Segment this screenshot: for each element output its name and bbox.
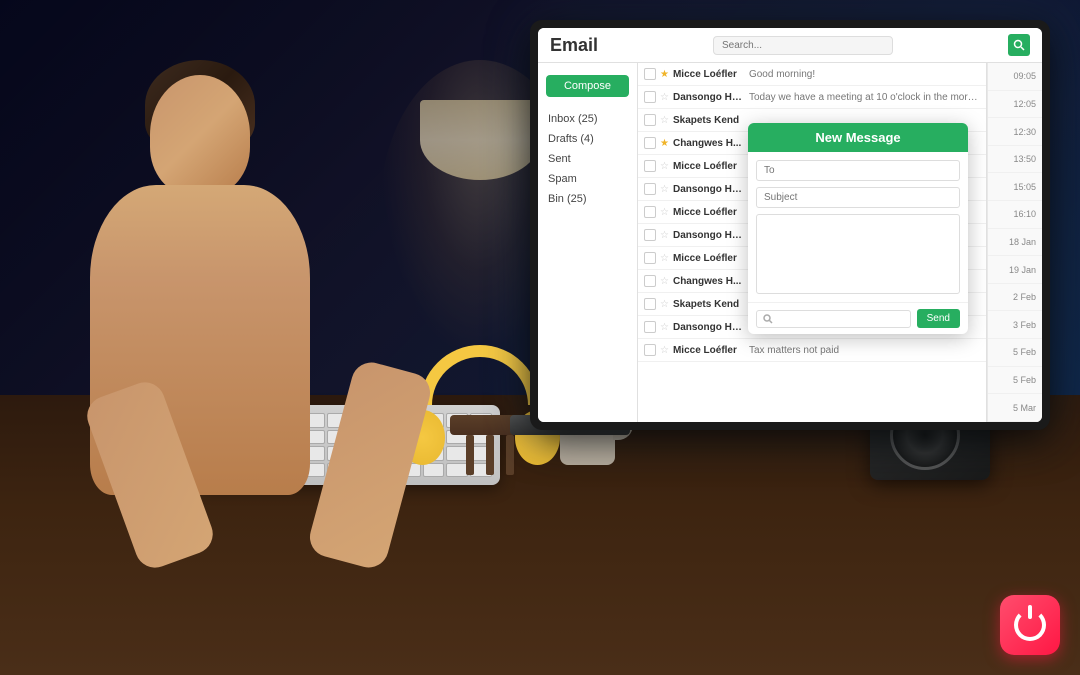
- email-row[interactable]: ★ Micce Loéfler Good morning!: [638, 63, 986, 86]
- timestamp: 5 Feb: [988, 339, 1042, 367]
- headphone-band: [420, 345, 540, 405]
- timestamp: 12:05: [988, 91, 1042, 119]
- email-checkbox[interactable]: [644, 344, 656, 356]
- email-preview: Good morning!: [749, 69, 980, 80]
- email-sender: Skapets Kend: [673, 299, 745, 310]
- email-checkbox[interactable]: [644, 183, 656, 195]
- email-sender: Micce Loéfler: [673, 345, 745, 356]
- email-checkbox[interactable]: [644, 114, 656, 126]
- to-field[interactable]: [756, 160, 960, 181]
- email-sender: Changwes H...: [673, 138, 745, 149]
- modal-footer: Send: [748, 302, 968, 334]
- email-preview: Tax matters not paid: [749, 345, 980, 356]
- new-message-modal: New Message: [748, 123, 968, 334]
- person-head: [150, 75, 250, 195]
- compose-button[interactable]: Compose: [546, 75, 629, 97]
- star-icon[interactable]: ☆: [660, 161, 669, 172]
- timestamp: 5 Mar: [988, 394, 1042, 422]
- sidebar-item-bin[interactable]: Bin (25): [538, 189, 637, 209]
- star-icon[interactable]: ☆: [660, 184, 669, 195]
- stool-leg: [486, 435, 494, 475]
- email-sender: Skapets Kend: [673, 115, 745, 126]
- sidebar-item-drafts[interactable]: Drafts (4): [538, 129, 637, 149]
- person-body: [90, 185, 310, 495]
- email-checkbox[interactable]: [644, 137, 656, 149]
- star-icon[interactable]: ☆: [660, 322, 669, 333]
- star-icon[interactable]: ☆: [660, 207, 669, 218]
- sidebar-item-spam[interactable]: Spam: [538, 169, 637, 189]
- monitor: Email Compose Inbox (25) Drafts (4): [530, 20, 1050, 430]
- star-icon[interactable]: ☆: [660, 276, 669, 287]
- email-sender: Changwes H...: [673, 276, 745, 287]
- email-sender: Dansongo Ha...: [673, 230, 745, 241]
- timestamp: 19 Jan: [988, 256, 1042, 284]
- email-checkbox[interactable]: [644, 91, 656, 103]
- star-icon[interactable]: ☆: [660, 115, 669, 126]
- star-icon[interactable]: ☆: [660, 230, 669, 241]
- email-checkbox[interactable]: [644, 206, 656, 218]
- email-sender: Micce Loéfler: [673, 207, 745, 218]
- monitor-screen: Email Compose Inbox (25) Drafts (4): [538, 28, 1042, 422]
- message-body-field[interactable]: [756, 214, 960, 294]
- power-badge[interactable]: [1000, 595, 1060, 655]
- email-app-title: Email: [550, 35, 598, 56]
- email-row[interactable]: ☆ Micce Loéfler Tax matters not paid: [638, 339, 986, 362]
- email-sender: Micce Loéfler: [673, 161, 745, 172]
- star-icon[interactable]: ☆: [660, 345, 669, 356]
- sidebar-item-sent[interactable]: Sent: [538, 149, 637, 169]
- subject-field[interactable]: [756, 187, 960, 208]
- email-list[interactable]: New Message: [638, 63, 987, 422]
- background: Email Compose Inbox (25) Drafts (4): [0, 0, 1080, 675]
- timestamp: 16:10: [988, 201, 1042, 229]
- star-icon[interactable]: ★: [660, 69, 669, 80]
- star-icon[interactable]: ★: [660, 138, 669, 149]
- email-sender: Dansongo Housepok: [673, 92, 745, 103]
- modal-title: New Message: [748, 123, 968, 152]
- timestamp: 09:05: [988, 63, 1042, 91]
- stool-leg: [506, 435, 514, 475]
- timestamp: 15:05: [988, 173, 1042, 201]
- modal-search-bar[interactable]: [756, 310, 911, 328]
- email-checkbox[interactable]: [644, 229, 656, 241]
- email-sender: Dansongo Hou...: [673, 184, 745, 195]
- email-checkbox[interactable]: [644, 298, 656, 310]
- modal-body: [748, 152, 968, 302]
- timestamp: 3 Feb: [988, 311, 1042, 339]
- stool-legs: [450, 435, 530, 475]
- timestamp: 18 Jan: [988, 229, 1042, 257]
- email-sender: Micce Loéfler: [673, 253, 745, 264]
- email-sidebar: Compose Inbox (25) Drafts (4) Sent Spam …: [538, 63, 638, 422]
- email-preview: Today we have a meeting at 10 o'clock in…: [749, 92, 980, 103]
- power-icon: [1014, 609, 1046, 641]
- timestamp: 5 Feb: [988, 367, 1042, 395]
- stool-leg: [466, 435, 474, 475]
- star-icon[interactable]: ☆: [660, 299, 669, 310]
- email-checkbox[interactable]: [644, 160, 656, 172]
- email-body: Compose Inbox (25) Drafts (4) Sent Spam …: [538, 63, 1042, 422]
- search-input[interactable]: [722, 40, 852, 51]
- timestamp: 13:50: [988, 146, 1042, 174]
- star-icon[interactable]: ☆: [660, 92, 669, 103]
- email-checkbox[interactable]: [644, 275, 656, 287]
- send-button[interactable]: Send: [917, 309, 960, 328]
- email-timestamps: 09:05 12:05 12:30 13:50 15:05 16:10 18 J…: [987, 63, 1042, 422]
- email-header: Email: [538, 28, 1042, 63]
- lamp-shade: [420, 100, 540, 180]
- email-search-bar[interactable]: [713, 36, 893, 55]
- timestamp: 12:30: [988, 118, 1042, 146]
- email-sender: Dansongo Housepok: [673, 322, 745, 333]
- email-checkbox[interactable]: [644, 252, 656, 264]
- timestamp: 2 Feb: [988, 284, 1042, 312]
- star-icon[interactable]: ☆: [660, 253, 669, 264]
- sidebar-item-inbox[interactable]: Inbox (25): [538, 109, 637, 129]
- search-icon-button[interactable]: [1008, 34, 1030, 56]
- email-row[interactable]: ☆ Dansongo Housepok Today we have a meet…: [638, 86, 986, 109]
- person: [30, 75, 430, 495]
- email-checkbox[interactable]: [644, 321, 656, 333]
- email-sender: Micce Loéfler: [673, 69, 745, 80]
- email-checkbox[interactable]: [644, 68, 656, 80]
